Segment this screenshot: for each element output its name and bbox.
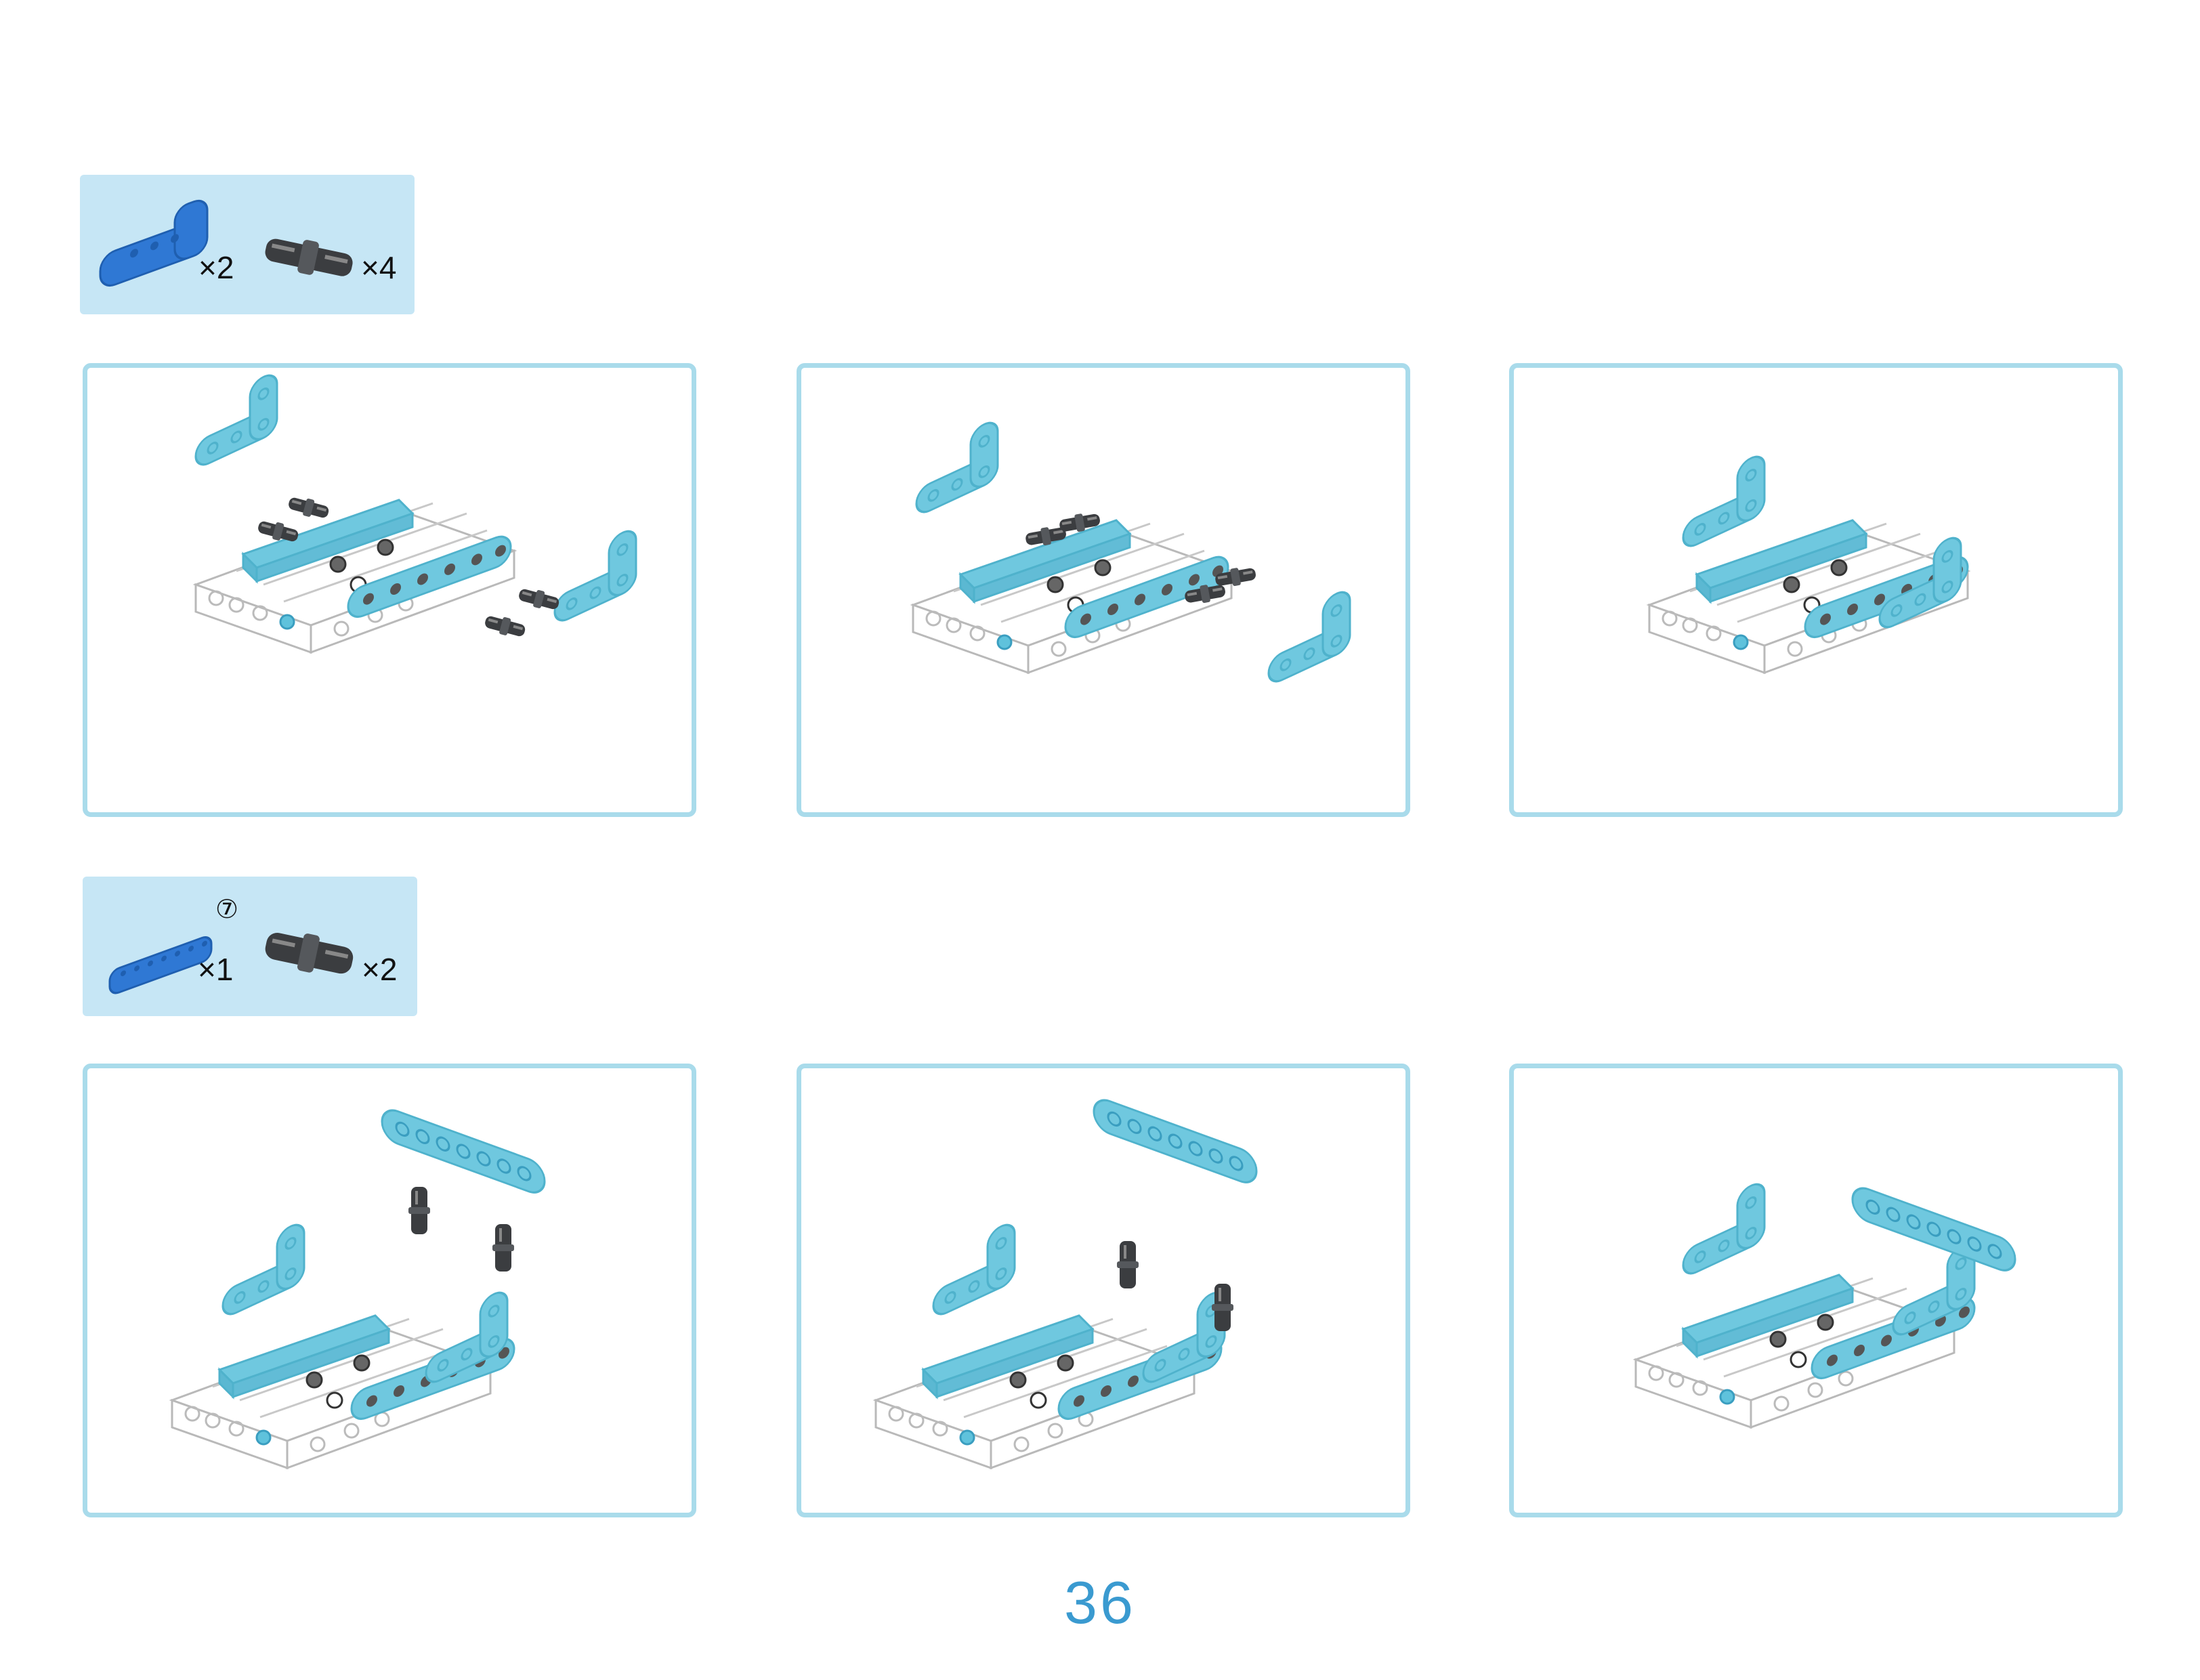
- parts-list-1: ×2 ×4: [80, 175, 415, 314]
- connector-pin-icon: [265, 932, 354, 974]
- step-panel-1: [83, 363, 696, 817]
- parts-list-2: ⑦ ×1 ×2: [83, 877, 417, 1016]
- step-1-illustration: [194, 369, 637, 654]
- step-4-illustration: [171, 1104, 546, 1469]
- step-panel-6: [1509, 1064, 2123, 1517]
- page-number: 36: [1064, 1569, 1136, 1636]
- step-3-illustration: [1648, 450, 1969, 674]
- step-panel-2: [797, 363, 1410, 817]
- step-panel-4: [83, 1064, 696, 1517]
- step-6-illustration: [1634, 1178, 2016, 1429]
- step-5-illustration: [874, 1094, 1258, 1469]
- pin-quantity: ×4: [361, 250, 397, 285]
- step-panel-5: [797, 1064, 1410, 1517]
- pin-quantity-2: ×2: [362, 952, 398, 987]
- step-2-illustration: [912, 417, 1351, 688]
- connector-pin-icon: [265, 238, 353, 276]
- step-panel-3: [1509, 363, 2123, 817]
